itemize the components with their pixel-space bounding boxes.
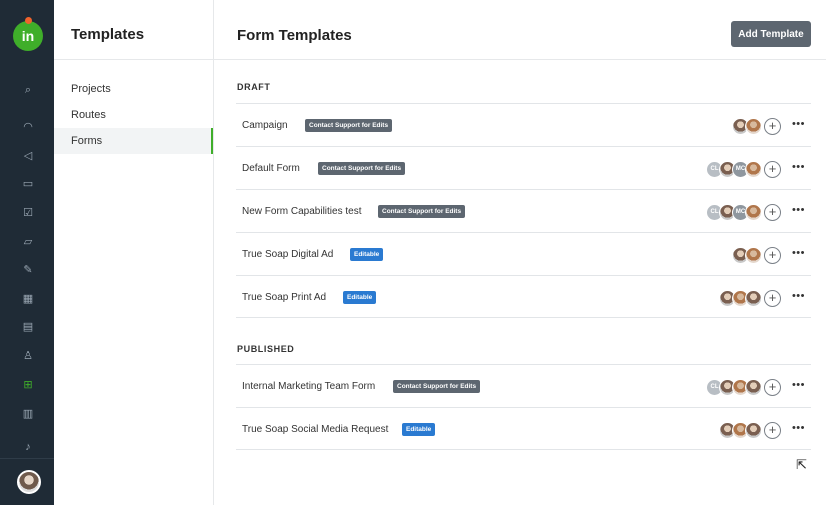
status-badge: Editable <box>402 423 436 436</box>
add-assignee-icon[interactable]: + <box>764 246 781 264</box>
main-header: Form Templates Add Template <box>214 0 826 60</box>
templates-icon[interactable]: ⊞ <box>22 379 34 391</box>
avatar[interactable] <box>745 203 762 221</box>
page-title: Form Templates <box>237 27 352 44</box>
inbox-icon[interactable]: ▱ <box>22 236 34 248</box>
avatar[interactable] <box>745 246 762 264</box>
add-assignee-icon[interactable]: + <box>764 117 781 135</box>
status-badge: Editable <box>343 291 377 304</box>
more-options-icon[interactable]: ••• <box>792 422 805 434</box>
status-badge: Editable <box>350 248 384 261</box>
assignee-avatars: + <box>719 289 781 307</box>
add-template-button[interactable]: Add Template <box>731 21 811 47</box>
section-label-published: PUBLISHED <box>237 344 295 354</box>
mouse-cursor-icon: ⇱ <box>796 457 807 472</box>
avatar[interactable] <box>745 289 762 307</box>
template-row[interactable]: True Soap Print Ad Editable + ••• <box>236 275 811 318</box>
template-name[interactable]: True Soap Print Ad <box>242 292 326 303</box>
more-options-icon[interactable]: ••• <box>792 161 805 173</box>
nav-item-forms[interactable]: Forms <box>54 128 213 154</box>
check-square-icon[interactable]: ☑ <box>22 207 34 219</box>
main-panel: Form Templates Add Template DRAFT Campaig… <box>214 0 826 505</box>
add-assignee-icon[interactable]: + <box>764 421 781 439</box>
app-rail: in ⌕ ◠ ◁ ▭ ☑ ▱ ✎ ▦ ▤ ♙ ⊞ ▥ ♪ <box>0 0 54 505</box>
rail-divider <box>0 458 54 459</box>
assignee-avatars: CL MC + <box>706 203 781 221</box>
person-icon[interactable]: ♙ <box>22 350 34 362</box>
add-assignee-icon[interactable]: + <box>764 378 781 396</box>
template-name[interactable]: Internal Marketing Team Form <box>242 381 375 392</box>
nav-item-projects[interactable]: Projects <box>54 76 213 102</box>
more-options-icon[interactable]: ••• <box>792 247 805 259</box>
folder-icon[interactable]: ▭ <box>22 178 34 190</box>
nav-header: Templates <box>54 0 213 60</box>
assignee-avatars: CL MC + <box>706 160 781 178</box>
avatar[interactable] <box>745 378 762 396</box>
status-badge: Contact Support for Edits <box>305 119 393 132</box>
more-options-icon[interactable]: ••• <box>792 204 805 216</box>
template-row[interactable]: Internal Marketing Team Form Contact Supp… <box>236 364 811 407</box>
app-logo[interactable]: in <box>13 17 43 51</box>
avatar[interactable] <box>745 117 762 135</box>
template-row[interactable]: True Soap Social Media Request Editable + •… <box>236 407 811 450</box>
dashboard-icon[interactable]: ◠ <box>22 121 34 133</box>
status-badge: Contact Support for Edits <box>318 162 406 175</box>
assignee-avatars: + <box>719 421 781 439</box>
template-row[interactable]: Campaign Contact Support for Edits + ••• <box>236 103 811 146</box>
more-options-icon[interactable]: ••• <box>792 379 805 391</box>
template-row[interactable]: True Soap Digital Ad Editable + ••• <box>236 232 811 275</box>
user-avatar[interactable] <box>17 470 41 494</box>
clipboard-icon[interactable]: ▤ <box>22 321 34 333</box>
edit-doc-icon[interactable]: ✎ <box>22 264 34 276</box>
status-badge: Contact Support for Edits <box>393 380 481 393</box>
avatar[interactable] <box>745 421 762 439</box>
section-label-draft: DRAFT <box>237 82 271 92</box>
search-icon[interactable]: ⌕ <box>22 84 34 96</box>
nav-item-routes[interactable]: Routes <box>54 102 213 128</box>
template-row[interactable]: Default Form Contact Support for Edits CL M… <box>236 146 811 189</box>
megaphone-icon[interactable]: ◁ <box>22 150 34 162</box>
add-assignee-icon[interactable]: + <box>764 203 781 221</box>
assignee-avatars: + <box>732 117 781 135</box>
chart-icon[interactable]: ▥ <box>22 408 34 420</box>
status-badge: Contact Support for Edits <box>378 205 466 218</box>
templates-nav: Templates Projects Routes Forms <box>54 0 214 505</box>
more-options-icon[interactable]: ••• <box>792 290 805 302</box>
calendar-icon[interactable]: ▦ <box>22 293 34 305</box>
bell-icon[interactable]: ♪ <box>22 441 34 453</box>
add-assignee-icon[interactable]: + <box>764 289 781 307</box>
template-name[interactable]: Campaign <box>242 120 288 131</box>
assignee-avatars: + <box>732 246 781 264</box>
template-name[interactable]: True Soap Digital Ad <box>242 249 333 260</box>
assignee-avatars: CL + <box>706 378 781 396</box>
avatar[interactable] <box>745 160 762 178</box>
template-name[interactable]: New Form Capabilities test <box>242 206 361 217</box>
template-name[interactable]: True Soap Social Media Request <box>242 424 388 435</box>
template-name[interactable]: Default Form <box>242 163 300 174</box>
add-assignee-icon[interactable]: + <box>764 160 781 178</box>
template-row[interactable]: New Form Capabilities test Contact Suppor… <box>236 189 811 232</box>
more-options-icon[interactable]: ••• <box>792 118 805 130</box>
